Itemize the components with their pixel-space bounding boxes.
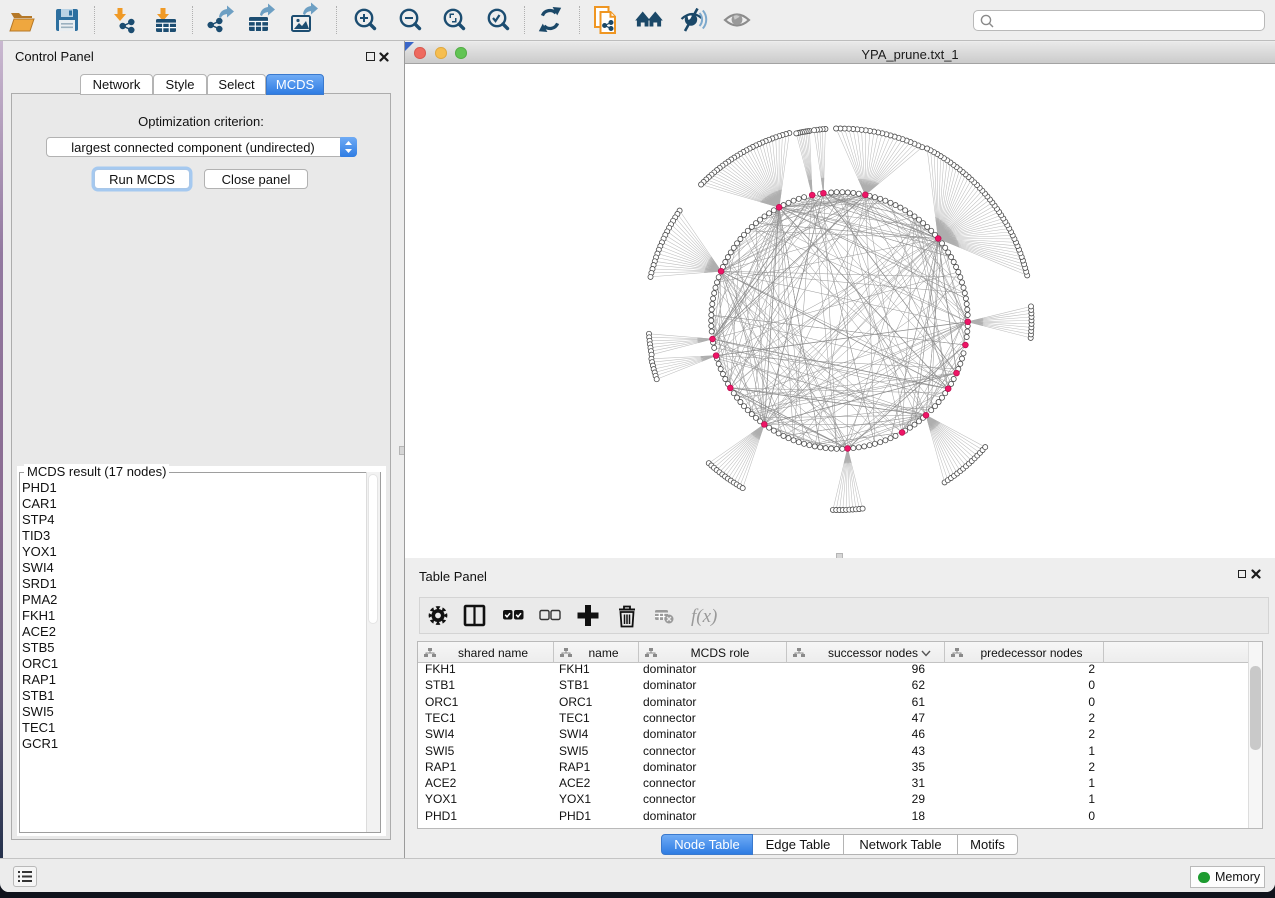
- svg-text:f(x): f(x): [691, 606, 717, 627]
